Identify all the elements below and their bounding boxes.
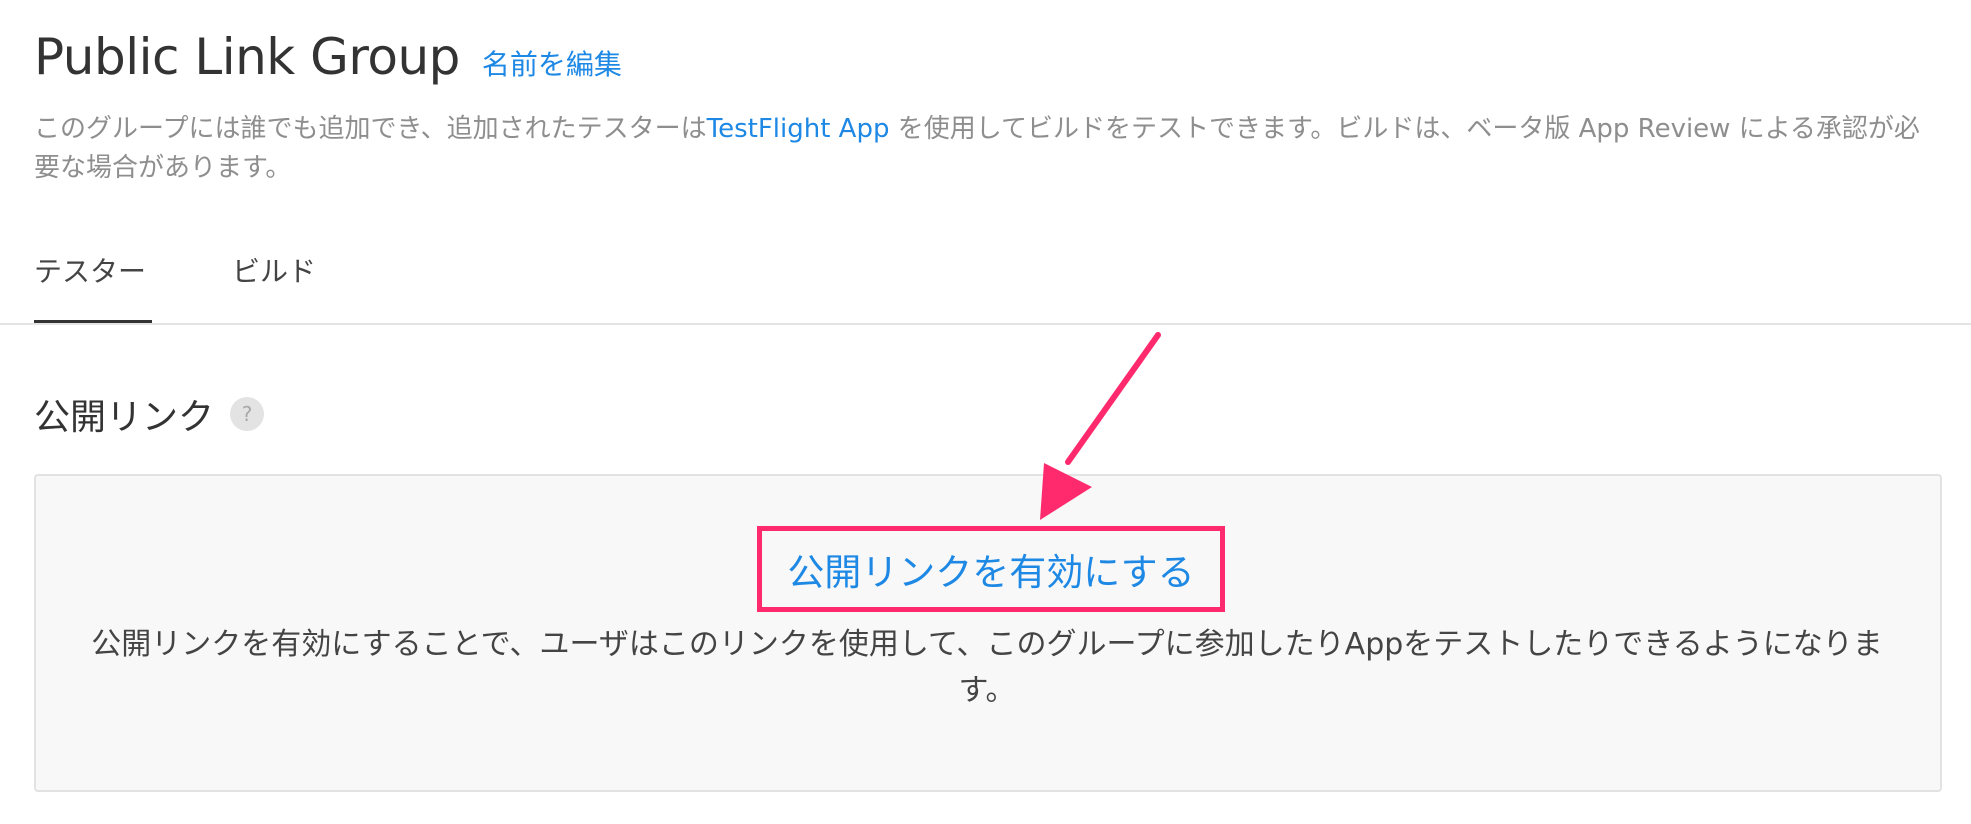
tab-builds[interactable]: ビルド [232,250,316,290]
help-icon[interactable]: ? [230,397,265,431]
tab-bar: テスター ビルド [0,240,1971,325]
public-link-heading: 公開リンク ? [34,388,265,440]
page-title: Public Link Group [34,28,460,86]
page-header: Public Link Group 名前を編集 [34,28,622,86]
tab-testers[interactable]: テスター [34,250,146,290]
testflight-app-link[interactable]: TestFlight App [707,114,890,144]
enable-public-link-button[interactable]: 公開リンクを有効にする [787,542,1194,596]
group-description: このグループには誰でも追加でき、追加されたテスターはTestFlight App… [34,110,1944,188]
active-tab-indicator [34,320,152,323]
section-title: 公開リンク [34,397,215,438]
public-link-description: 公開リンクを有効にすることで、ユーザはこのリンクを使用して、このグループに参加し… [91,627,1883,708]
highlight-box: 公開リンクを有効にする [757,526,1225,612]
edit-name-link[interactable]: 名前を編集 [482,43,622,83]
description-text-1: このグループには誰でも追加でき、追加されたテスターは [34,114,707,144]
